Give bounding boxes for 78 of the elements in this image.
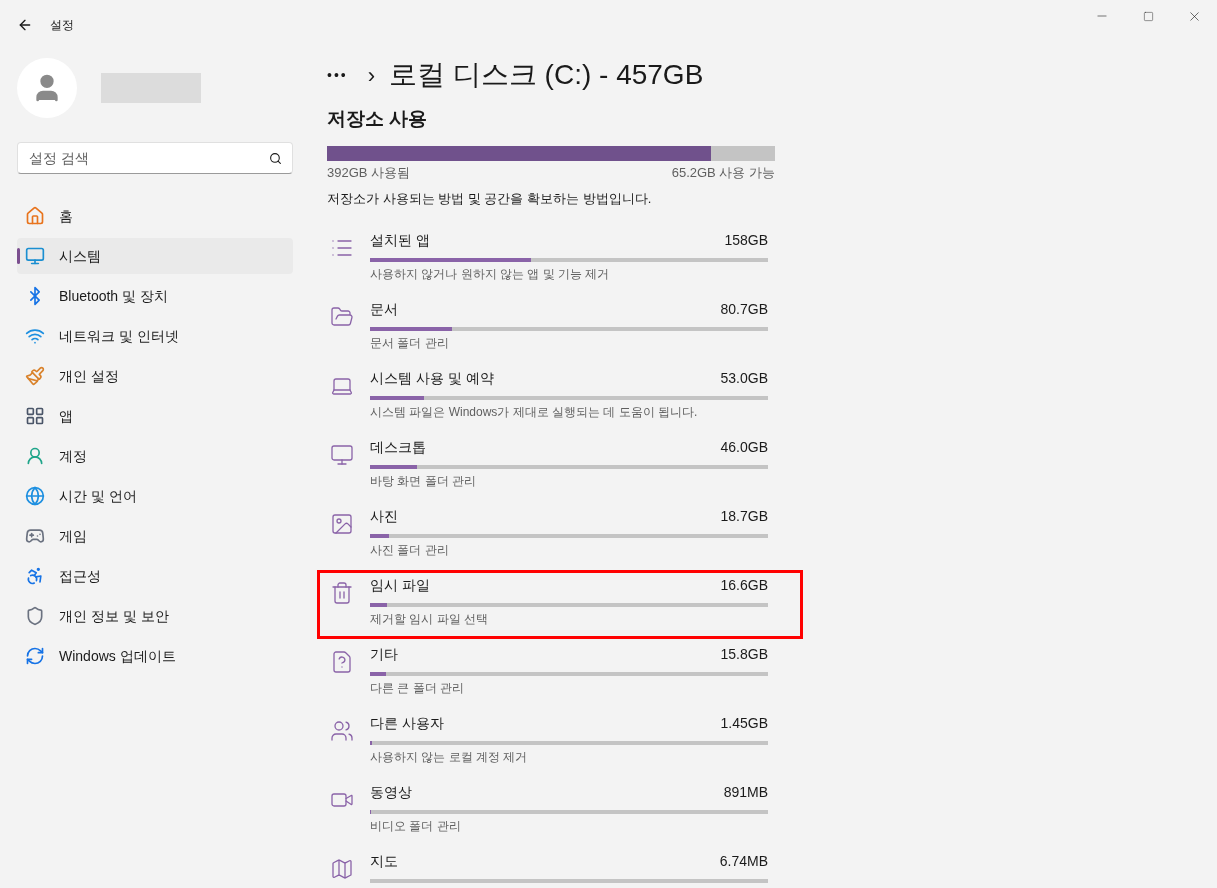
- category-size: 1.45GB: [720, 713, 768, 733]
- category-name: 문서: [370, 299, 398, 319]
- category-size: 15.8GB: [720, 644, 768, 664]
- gamepad-icon: [25, 526, 45, 546]
- category-name: 다른 사용자: [370, 713, 444, 733]
- category-hint: 다른 큰 폴더 관리: [370, 679, 465, 697]
- category-hint: 사용하지 않는 로컬 계정 제거: [370, 748, 529, 766]
- document-icon: [330, 649, 354, 674]
- nav-item[interactable]: 게임: [17, 518, 293, 554]
- category-size: 16.6GB: [720, 575, 768, 595]
- nav-item[interactable]: 시간 및 언어: [17, 478, 293, 514]
- storage-category[interactable]: 기타 15.8GB 다른 큰 폴더 관리: [317, 638, 803, 708]
- wifi-icon: [25, 326, 45, 346]
- storage-category[interactable]: 시스템 사용 및 예약 53.0GB 시스템 파일은 Windows가 제대로 실행되는 데 도움이 됩니다.: [317, 362, 803, 432]
- storage-category[interactable]: 지도 6.74MB: [317, 845, 803, 888]
- paintbrush-icon: [25, 366, 45, 386]
- nav-item[interactable]: 앱: [17, 398, 293, 434]
- category-name: 지도: [370, 851, 398, 871]
- breadcrumb-separator: ›: [367, 61, 376, 90]
- nav-item[interactable]: 계정: [17, 438, 293, 474]
- nav-item[interactable]: 네트워크 및 인터넷: [17, 318, 293, 354]
- category-name: 시스템 사용 및 예약: [370, 368, 494, 388]
- description: 저장소가 사용되는 방법 및 공간을 확보하는 방법입니다.: [327, 190, 653, 208]
- storage-category[interactable]: 설치된 앱 158GB 사용하지 않거나 원하지 않는 앱 및 기능 제거: [317, 224, 803, 294]
- category-hint: 비디오 폴더 관리: [370, 817, 462, 835]
- nav-item[interactable]: 홈: [17, 198, 293, 234]
- nav-item[interactable]: 시스템: [17, 238, 293, 274]
- used-label: 392GB 사용됨: [327, 163, 411, 182]
- category-name: 설치된 앱: [370, 230, 430, 250]
- home-icon: [25, 206, 45, 226]
- section-heading: 저장소 사용: [327, 107, 429, 131]
- category-size: 18.7GB: [720, 506, 768, 526]
- storage-category[interactable]: 다른 사용자 1.45GB 사용하지 않는 로컬 계정 제거: [317, 707, 803, 777]
- storage-category[interactable]: 동영상 891MB 비디오 폴더 관리: [317, 776, 803, 846]
- folder-icon: [330, 304, 354, 329]
- trash-icon: [330, 580, 354, 605]
- accessibility-icon: [25, 566, 45, 586]
- category-size: 53.0GB: [720, 368, 768, 388]
- apps-grid-icon: [25, 406, 45, 426]
- category-size: 891MB: [723, 782, 768, 802]
- maximize-icon: [1142, 10, 1154, 22]
- search-field[interactable]: 설정 검색: [17, 142, 293, 174]
- nav-item[interactable]: Windows 업데이트: [17, 638, 293, 674]
- category-size: 158GB: [724, 230, 768, 250]
- shield-icon: [25, 606, 45, 626]
- category-name: 사진: [370, 506, 398, 526]
- category-name: 동영상: [370, 782, 412, 802]
- storage-category[interactable]: 데스크톱 46.0GB 바탕 화면 폴더 관리: [317, 431, 803, 501]
- category-size: 80.7GB: [720, 299, 768, 319]
- nav-item[interactable]: 개인 정보 및 보안: [17, 598, 293, 634]
- picture-icon: [330, 511, 354, 536]
- page-title: 로컬 디스크 (C:) - 457GB: [389, 58, 704, 92]
- category-hint: 시스템 파일은 Windows가 제대로 실행되는 데 도움이 됩니다.: [370, 403, 699, 421]
- nav-item[interactable]: 개인 설정: [17, 358, 293, 394]
- window-title: 설정: [50, 17, 74, 34]
- category-hint: 사용하지 않거나 원하지 않는 앱 및 기능 제거: [370, 265, 611, 283]
- category-name: 임시 파일: [370, 575, 430, 595]
- person-icon: [25, 446, 45, 466]
- nav-item[interactable]: Bluetooth 및 장치: [17, 278, 293, 314]
- category-name: 기타: [370, 644, 398, 664]
- category-size: 6.74MB: [719, 851, 768, 871]
- refresh-icon: [25, 646, 45, 666]
- more-button[interactable]: •••: [327, 64, 348, 86]
- users-icon: [330, 718, 354, 743]
- nav-item[interactable]: 접근성: [17, 558, 293, 594]
- category-size: 46.0GB: [720, 437, 768, 457]
- free-label: 65.2GB 사용 가능: [671, 163, 775, 182]
- category-hint: 제거할 임시 파일 선택: [370, 610, 489, 628]
- category-hint: 문서 폴더 관리: [370, 334, 450, 352]
- monitor-icon: [25, 246, 45, 266]
- category-hint: 바탕 화면 폴더 관리: [370, 472, 477, 490]
- category-hint: 사진 폴더 관리: [370, 541, 450, 559]
- storage-category[interactable]: 문서 80.7GB 문서 폴더 관리: [317, 293, 803, 363]
- category-name: 데스크톱: [370, 437, 426, 457]
- storage-category[interactable]: 사진 18.7GB 사진 폴더 관리: [317, 500, 803, 570]
- monitor-icon: [330, 442, 354, 467]
- storage-category[interactable]: 임시 파일 16.6GB 제거할 임시 파일 선택: [317, 569, 803, 639]
- search-icon: [269, 152, 282, 165]
